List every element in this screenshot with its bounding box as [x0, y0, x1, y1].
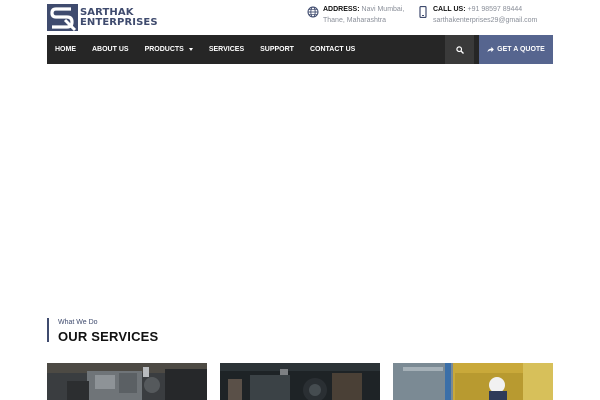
address-block: ADDRESS: Navi Mumbai, Thane, Maharashtra — [307, 4, 404, 26]
brand-name-line2: ENTERPRISES — [80, 16, 158, 28]
service-card-machinery[interactable] — [47, 363, 207, 400]
caret-down-icon — [188, 48, 193, 51]
nav-item-services[interactable]: SERVICES — [209, 46, 244, 53]
search-button[interactable] — [445, 35, 474, 64]
call-label: CALL US: — [433, 6, 466, 13]
address-label: ADDRESS: — [323, 6, 360, 13]
services-eyebrow: What We Do — [58, 319, 98, 326]
machinery-engine-photo — [47, 363, 207, 400]
main-navbar: HOME ABOUT US PRODUCTS SERVICES SUPPORT … — [47, 35, 553, 64]
globe-icon — [307, 6, 319, 18]
hero-slider — [0, 64, 600, 304]
nav-item-about-us[interactable]: ABOUT US — [92, 46, 129, 53]
nav-item-label: ABOUT US — [92, 46, 129, 53]
brand-name-line1: SARTHAK — [80, 6, 134, 18]
services-title: OUR SERVICES — [58, 329, 159, 344]
industrial-technician-photo — [393, 363, 553, 400]
nav-item-label: CONTACT US — [309, 46, 356, 53]
service-card-workshop[interactable] — [220, 363, 380, 400]
call-phone[interactable]: +91 98597 89444 — [468, 6, 523, 13]
services-heading: What We Do OUR SERVICES — [47, 318, 159, 344]
nav-item-home[interactable]: HOME — [55, 46, 76, 53]
nav-item-products[interactable]: PRODUCTS — [145, 46, 193, 53]
logo-mark-icon — [47, 4, 78, 31]
search-icon — [455, 45, 464, 54]
call-block: CALL US: +91 98597 89444 sarthakenterpri… — [417, 4, 537, 26]
nav-menu: HOME ABOUT US PRODUCTS SERVICES SUPPORT … — [47, 35, 363, 64]
nav-item-support[interactable]: SUPPORT — [260, 46, 294, 53]
top-header: SARTHAK ENTERPRISES ADDRESS: Navi Mumbai… — [0, 0, 600, 35]
address-line1: Navi Mumbai, — [361, 6, 405, 13]
address-line2: Thane, Maharashtra — [323, 17, 387, 24]
get-a-quote-label: GET A QUOTE — [497, 46, 545, 53]
nav-item-label: SUPPORT — [260, 46, 294, 53]
workshop-equipment-photo — [220, 363, 380, 400]
nav-item-label: HOME — [55, 46, 76, 53]
mobile-phone-icon — [419, 6, 427, 18]
nav-item-label: SERVICES — [208, 46, 245, 53]
share-arrow-icon — [487, 46, 494, 53]
services-cards — [47, 363, 553, 400]
call-email[interactable]: sarthakenterprises29@gmail.com — [433, 15, 537, 26]
get-a-quote-button[interactable]: GET A QUOTE — [479, 35, 553, 64]
brand-logo[interactable]: SARTHAK ENTERPRISES — [47, 4, 158, 31]
service-card-technician[interactable] — [393, 363, 553, 400]
nav-item-contact-us[interactable]: CONTACT US — [310, 46, 355, 53]
nav-item-label: PRODUCTS — [144, 46, 184, 53]
